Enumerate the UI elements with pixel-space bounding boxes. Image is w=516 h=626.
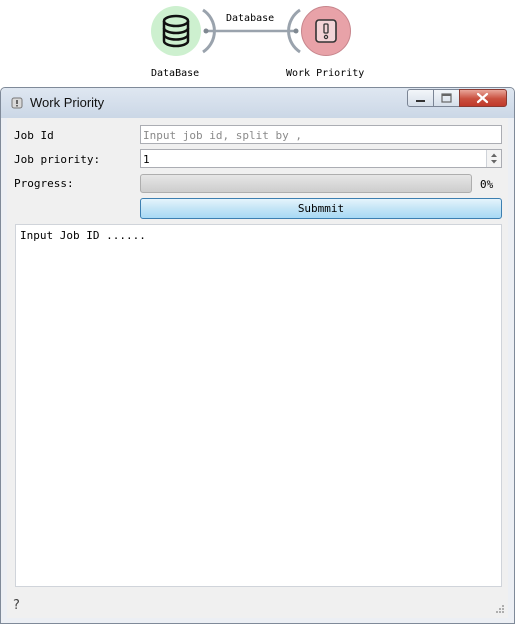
log-text: Input Job ID ...... [20,229,146,242]
job-priority-spinbox[interactable]: 1 [140,149,502,168]
minimize-icon [416,100,425,102]
database-node-circle[interactable] [151,6,201,56]
window-app-icon [11,97,23,109]
work-priority-node-circle[interactable] [301,6,351,56]
minimize-button[interactable] [407,89,434,107]
connection-label: Database [226,13,275,24]
close-icon [476,92,489,104]
progress-percent: 0% [480,178,494,191]
window-titlebar[interactable]: Work Priority [1,88,514,118]
job-id-label: Job Id [14,129,54,142]
work-priority-node-label: Work Priority [286,68,365,79]
database-icon [162,14,190,48]
workflow-canvas: DataBase Database Work Priority [0,0,516,86]
submit-button[interactable]: Submmit [140,198,502,219]
priority-stepper[interactable] [486,150,501,167]
resize-grip-icon[interactable] [495,604,505,614]
job-priority-label: Job priority: [14,153,101,166]
job-id-input[interactable]: Input job id, split by , [140,125,502,144]
progress-bar [140,174,472,193]
window-content: Job Id Input job id, split by , Job prio… [7,118,508,618]
database-node-label: DataBase [151,68,200,79]
maximize-button[interactable] [433,89,460,107]
stepper-arrows-icon[interactable] [487,150,501,167]
job-id-placeholder: Input job id, split by , [143,129,302,142]
work-priority-window: Work Priority Job Id Input job id, split… [0,87,515,624]
priority-icon [315,19,337,43]
maximize-icon [441,93,452,103]
progress-label: Progress: [14,177,74,190]
help-icon[interactable]: ? [13,598,20,613]
close-button[interactable] [459,89,507,107]
job-priority-value: 1 [143,153,150,166]
log-output: Input Job ID ...... [15,224,502,587]
window-title: Work Priority [30,95,105,110]
